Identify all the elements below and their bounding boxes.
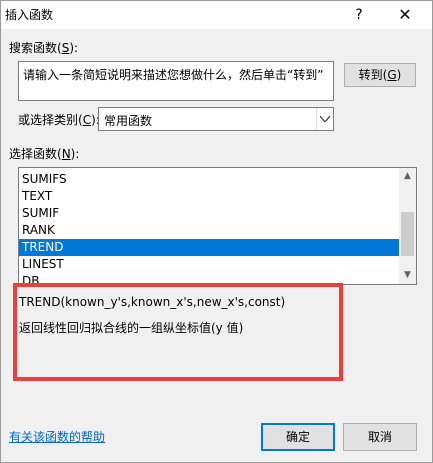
list-item-selected[interactable]: TREND	[19, 239, 399, 256]
list-item[interactable]: LINEST	[19, 256, 399, 273]
search-input[interactable]: 请输入一条简短说明来描述您想做什么，然后单击“转到”	[18, 61, 334, 101]
function-description: 返回线性回归拟合线的一组纵坐标值(y 值)	[19, 321, 244, 335]
list-item[interactable]: SUMIFS	[19, 171, 399, 188]
chevron-down-icon[interactable]	[316, 108, 333, 130]
insert-function-dialog: 插入函数 ? ✕ 搜索函数(S): 请输入一条简短说明来描述您想做什么，然后单击…	[0, 0, 433, 463]
cancel-button[interactable]: 取消	[343, 423, 417, 451]
list-item[interactable]: RANK	[19, 222, 399, 239]
go-button[interactable]: 转到(G)	[344, 63, 416, 87]
category-selected-value: 常用函数	[104, 114, 153, 128]
dialog-title: 插入函数	[5, 8, 54, 22]
question-mark-icon[interactable]: ?	[347, 3, 371, 27]
scroll-up-icon[interactable]: ▲	[399, 168, 416, 185]
category-select[interactable]: 常用函数	[98, 107, 334, 131]
function-listbox[interactable]: SUMIFS TEXT SUMIF RANK TREND LINEST DB ▲…	[18, 167, 417, 285]
function-list-label: 选择函数(N):	[9, 147, 80, 161]
category-label: 或选择类别(C):	[18, 113, 100, 127]
function-syntax: TREND(known_y's,known_x's,new_x's,const)	[19, 295, 286, 309]
function-help-link[interactable]: 有关该函数的帮助	[9, 428, 105, 445]
close-icon[interactable]: ✕	[393, 3, 417, 27]
list-item[interactable]: TEXT	[19, 188, 399, 205]
scroll-thumb[interactable]	[401, 212, 414, 256]
list-item[interactable]: SUMIF	[19, 205, 399, 222]
function-list-scrollbar[interactable]: ▲ ▼	[399, 168, 416, 284]
scroll-down-icon[interactable]: ▼	[399, 267, 416, 284]
title-bar: 插入函数 ? ✕	[1, 1, 432, 29]
ok-button[interactable]: 确定	[261, 423, 335, 451]
search-label: 搜索函数(S):	[9, 41, 79, 55]
